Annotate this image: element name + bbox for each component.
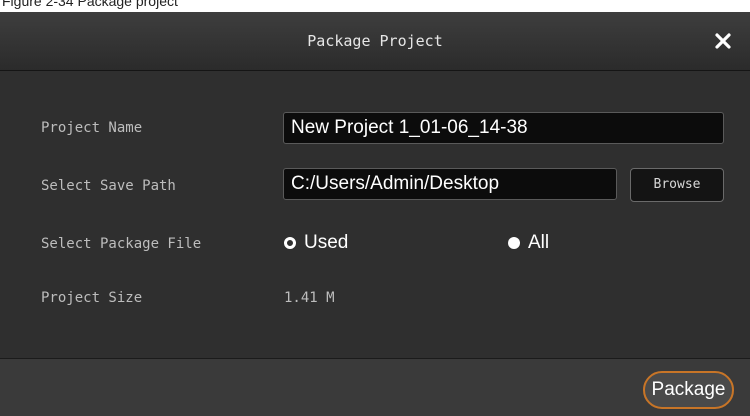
project-size-label: Project Size — [41, 290, 143, 306]
radio-all[interactable]: All — [508, 232, 568, 256]
radio-all-label: All — [528, 232, 550, 253]
radio-unselected-icon — [284, 237, 296, 249]
close-icon — [715, 33, 731, 49]
close-button[interactable] — [708, 26, 738, 56]
dialog-footer — [0, 359, 750, 416]
radio-used[interactable]: Used — [284, 232, 364, 256]
project-name-input[interactable] — [283, 112, 724, 144]
radio-used-label: Used — [304, 232, 349, 253]
package-project-dialog: Package Project Project Name Select Save… — [0, 12, 750, 416]
package-file-label: Select Package File — [41, 236, 202, 252]
dialog-titlebar: Package Project — [0, 12, 750, 71]
save-path-input[interactable] — [283, 168, 617, 200]
figure-caption: Figure 2-34 Package project — [0, 0, 750, 12]
package-button[interactable]: Package — [643, 371, 734, 409]
figure-caption-text: Figure 2-34 Package project — [2, 0, 178, 9]
project-name-label: Project Name — [41, 120, 143, 136]
project-size-value: 1.41 M — [284, 290, 335, 306]
radio-selected-icon — [508, 237, 520, 249]
save-path-label: Select Save Path — [41, 178, 176, 194]
browse-button[interactable]: Browse — [630, 168, 724, 202]
dialog-title: Package Project — [307, 32, 443, 50]
